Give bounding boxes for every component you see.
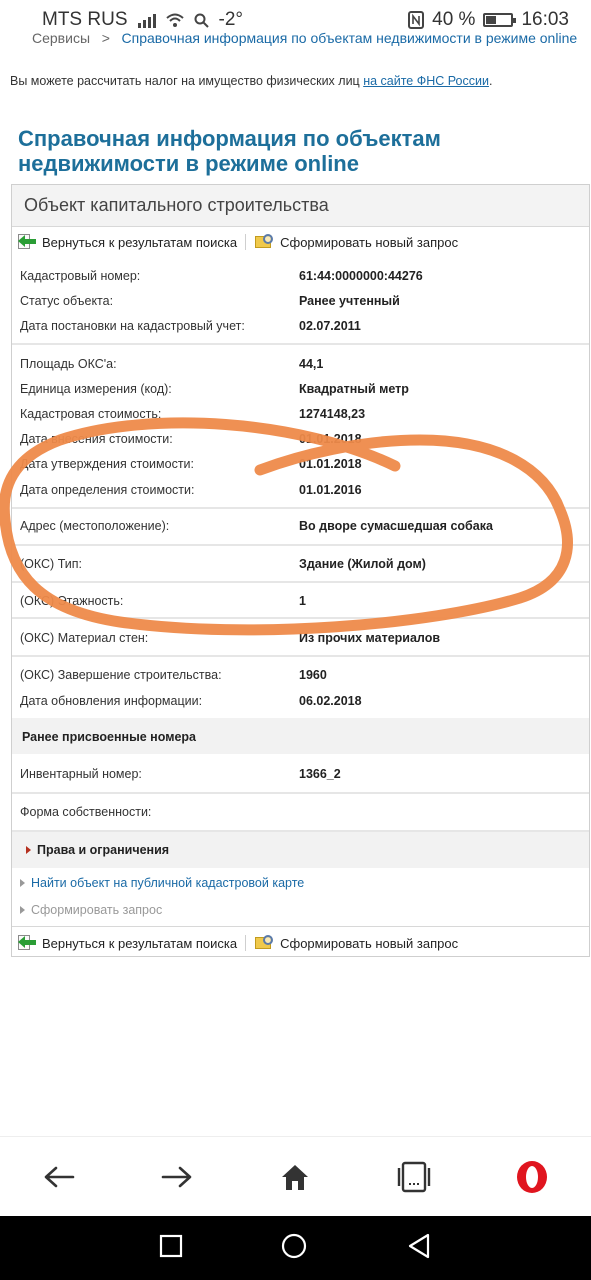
breadcrumb-current[interactable]: Справочная информация по объектам недвиж…	[122, 30, 578, 46]
field-value: 02.07.2011	[299, 319, 361, 333]
folder-search-icon	[254, 935, 276, 951]
address-value: Во дворе сумасшедшая собака	[299, 519, 493, 533]
field-value: 1274148,23	[299, 407, 366, 421]
back-document-icon	[16, 234, 38, 250]
tabs-icon[interactable]	[384, 1147, 444, 1207]
field-label: (ОКС) Тип:	[20, 557, 82, 571]
toolbar-top-border	[12, 926, 589, 927]
field-label: Статус объекта:	[20, 294, 114, 308]
browser-nav-bar	[0, 1136, 591, 1216]
back-document-icon	[16, 935, 38, 951]
row-divider	[12, 507, 589, 509]
card-header: Объект капитального строительства	[12, 185, 589, 227]
rights-toggle[interactable]: Права и ограничения	[26, 843, 169, 857]
tax-note-text: Вы можете рассчитать налог на имущество …	[10, 74, 364, 88]
toolbar-divider	[245, 935, 247, 951]
request-link-label: Сформировать запрос	[31, 903, 163, 917]
field-label: Дата постановки на кадастровый учет:	[20, 319, 245, 333]
page-title: Справочная информация по объектам недвиж…	[18, 126, 441, 176]
row-divider	[12, 544, 589, 546]
field-value: 01.01.2018	[299, 432, 362, 446]
breadcrumb-item[interactable]: Сервисы	[32, 30, 90, 46]
forward-arrow-icon[interactable]	[147, 1147, 207, 1207]
back-to-results-button[interactable]: Вернуться к результатам поиска	[16, 935, 237, 951]
back-arrow-icon[interactable]	[29, 1147, 89, 1207]
opera-icon[interactable]	[502, 1147, 562, 1207]
home-icon[interactable]	[265, 1147, 325, 1207]
field-label: Дата внесения стоимости:	[20, 432, 173, 446]
field-value: Квадратный метр	[299, 382, 409, 396]
row-divider	[12, 343, 589, 345]
map-link-label: Найти объект на публичной кадастровой ка…	[31, 876, 305, 890]
field-label: Адрес (местоположение):	[20, 519, 170, 533]
back-to-results-button[interactable]: Вернуться к результатам поиска	[16, 234, 237, 250]
field-label: (ОКС) Завершение строительства:	[20, 668, 222, 682]
field-label: (ОКС) Этажность:	[20, 594, 124, 608]
field-value: Из прочих материалов	[299, 631, 441, 645]
square-icon[interactable]	[159, 1234, 183, 1263]
field-label: Единица измерения (код):	[20, 382, 172, 396]
breadcrumb-separator: >	[101, 30, 110, 46]
field-label: Кадастровый номер:	[20, 269, 141, 283]
triangle-back-icon[interactable]	[406, 1232, 432, 1265]
back-to-results-label: Вернуться к результатам поиска	[42, 234, 238, 250]
new-request-button[interactable]: Сформировать новый запрос	[254, 935, 458, 951]
android-nav-bar	[0, 1216, 591, 1280]
circle-icon[interactable]	[280, 1232, 308, 1265]
inventory-value: 1366_2	[299, 767, 341, 781]
field-label: Дата определения стоимости:	[20, 483, 195, 497]
back-to-results-label: Вернуться к результатам поиска	[42, 935, 238, 951]
field-value: Здание (Жилой дом)	[299, 557, 426, 571]
field-label: Дата обновления информации:	[20, 694, 203, 708]
field-label: (ОКС) Материал стен:	[20, 631, 149, 645]
wifi-icon	[165, 13, 184, 27]
expand-triangle-icon	[26, 846, 31, 854]
new-request-label: Сформировать новый запрос	[280, 935, 459, 951]
field-value: 44,1	[299, 357, 324, 371]
field-value: Ранее учтенный	[299, 294, 400, 308]
map-link[interactable]: Найти объект на публичной кадастровой ка…	[20, 876, 304, 890]
row-divider	[12, 581, 589, 583]
field-label: Площадь ОКС'а:	[20, 357, 117, 371]
bottom-toolbar: Вернуться к результатам поиска Сформиров…	[12, 928, 458, 958]
rights-label: Права и ограничения	[37, 843, 170, 857]
field-value: 01.01.2016	[299, 483, 362, 497]
row-divider	[12, 792, 589, 794]
field-label: Инвентарный номер:	[20, 767, 142, 781]
breadcrumb: Сервисы > Справочная информация по объек…	[32, 28, 577, 48]
field-value: 1	[299, 594, 306, 608]
search-icon	[194, 13, 209, 28]
row-divider	[12, 655, 589, 657]
top-toolbar: Вернуться к результатам поиска Сформиров…	[12, 227, 589, 257]
folder-search-icon	[254, 234, 276, 250]
new-request-button[interactable]: Сформировать новый запрос	[254, 234, 458, 250]
bullet-triangle-icon	[20, 879, 25, 887]
signal-icon	[137, 12, 156, 28]
new-request-label: Сформировать новый запрос	[280, 234, 459, 250]
request-link[interactable]: Сформировать запрос	[20, 903, 162, 917]
fns-link[interactable]: на сайте ФНС России	[363, 74, 489, 88]
bullet-triangle-icon	[20, 906, 25, 914]
tax-note-suffix: .	[488, 74, 493, 88]
tax-note: Вы можете рассчитать налог на имущество …	[10, 74, 492, 88]
battery-icon	[483, 13, 517, 27]
object-card: Объект капитального строительства Вернут…	[11, 184, 590, 957]
ownership-label: Форма собственности:	[20, 805, 152, 819]
field-value: 1960	[299, 668, 327, 682]
field-value: 61:44:0000000:44276	[299, 269, 423, 283]
field-value: 01.01.2018	[299, 457, 362, 471]
row-divider	[12, 617, 589, 619]
field-label: Кадастровая стоимость:	[20, 407, 162, 421]
field-label: Дата утверждения стоимости:	[20, 457, 195, 471]
prev-numbers-title: Ранее присвоенные номера	[22, 730, 196, 744]
field-value: 06.02.2018	[299, 694, 362, 708]
nfc-icon	[408, 11, 425, 29]
toolbar-divider	[245, 234, 247, 250]
